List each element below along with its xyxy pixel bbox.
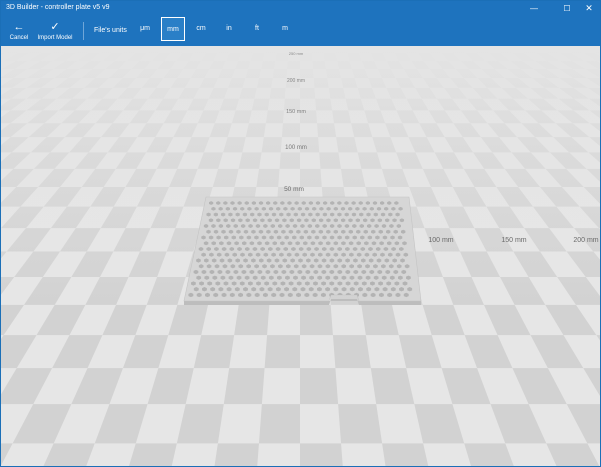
close-button[interactable]: ✕ bbox=[578, 1, 600, 16]
maximize-button[interactable]: ☐ bbox=[556, 1, 578, 16]
scale-label-v: 250 mm bbox=[289, 51, 304, 56]
scale-label-v: 200 mm bbox=[287, 78, 305, 84]
import-model-label: Import Model bbox=[37, 35, 73, 41]
3d-viewport[interactable]: 250 mm 200 mm 150 mm 100 mm 50 mm 100 mm… bbox=[1, 46, 600, 466]
scale-label-v: 100 mm bbox=[285, 145, 307, 151]
scale-label-v: 150 mm bbox=[286, 109, 306, 115]
app-window: 3D Builder - controller plate v5 v9 — ☐ … bbox=[0, 0, 601, 467]
arrow-left-icon: ← bbox=[13, 21, 25, 33]
cancel-label: Cancel bbox=[9, 35, 29, 41]
cancel-button[interactable]: ← Cancel bbox=[5, 16, 33, 46]
scale-label-h: 200 mm bbox=[573, 237, 598, 244]
unit-in-button[interactable]: in bbox=[217, 17, 241, 41]
model-plate[interactable] bbox=[183, 196, 422, 305]
import-toolbar: ← Cancel ✓ Import Model File's units μm … bbox=[1, 16, 600, 46]
scene-canvas: 250 mm 200 mm 150 mm 100 mm 50 mm 100 mm… bbox=[1, 46, 600, 466]
scale-label-h: 150 mm bbox=[501, 237, 526, 244]
unit-um-button[interactable]: μm bbox=[133, 17, 157, 41]
file-units-label: File's units bbox=[94, 27, 127, 34]
unit-ft-button[interactable]: ft bbox=[245, 17, 269, 41]
checkmark-icon: ✓ bbox=[50, 21, 60, 33]
window-title: 3D Builder - controller plate v5 v9 bbox=[6, 4, 110, 11]
toolbar-divider bbox=[83, 22, 84, 40]
minimize-button[interactable]: — bbox=[523, 1, 545, 16]
unit-cm-button[interactable]: cm bbox=[189, 17, 213, 41]
title-bar[interactable]: 3D Builder - controller plate v5 v9 — ☐ … bbox=[1, 1, 600, 16]
scale-label-v: 50 mm bbox=[284, 186, 304, 193]
unit-m-button[interactable]: m bbox=[273, 17, 297, 41]
scale-label-h: 100 mm bbox=[428, 237, 453, 244]
import-model-button[interactable]: ✓ Import Model bbox=[35, 16, 75, 46]
unit-mm-button[interactable]: mm bbox=[161, 17, 185, 41]
